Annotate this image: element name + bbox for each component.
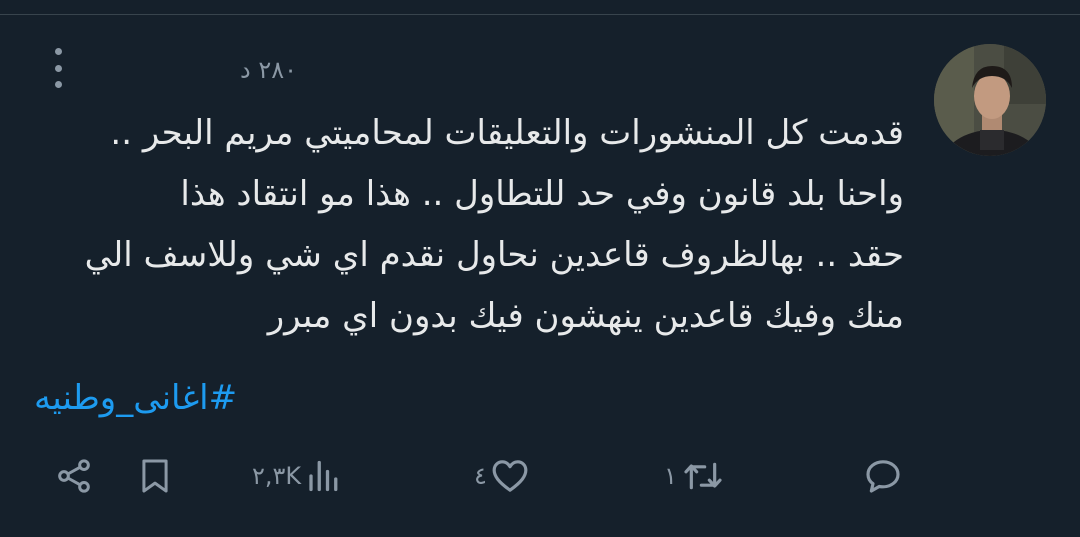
tweet-text-line: واحنا بلد قانون وفي حد للتطاول .. هذا مو…	[180, 174, 904, 214]
tweet-timestamp[interactable]: ٢٨٠ د	[240, 56, 340, 84]
tweet-text: قدمت كل المنشورات والتعليقات لمحاميتي مر…	[24, 103, 904, 347]
share-icon	[58, 459, 90, 493]
action-bar: ٢,٣K ٤ ١	[0, 448, 1080, 508]
reply-button[interactable]	[862, 448, 904, 504]
like-button[interactable]: ٤	[474, 448, 531, 504]
bookmark-button[interactable]	[136, 448, 174, 504]
hashtag-link[interactable]: #اغانى_وطنيه	[34, 378, 237, 418]
avatar[interactable]	[934, 44, 1046, 156]
dot	[54, 81, 62, 88]
retweet-icon	[684, 462, 722, 490]
views-count: ٢,٣K	[252, 462, 302, 490]
dot	[54, 64, 62, 72]
tweet-text-line: حقد .. بهالظروف قاعدين نحاول نقدم اي شي …	[84, 235, 904, 275]
bookmark-icon	[142, 459, 168, 493]
heart-icon	[492, 460, 528, 492]
views-button[interactable]: ٢,٣K	[252, 448, 341, 504]
views-icon	[309, 460, 338, 492]
avatar-image	[934, 44, 1046, 156]
tweet-text-line: منك وفيك قاعدين ينهشون فيك بدون اي مبرر	[267, 296, 904, 336]
retweet-button[interactable]: ١	[664, 448, 727, 504]
retweet-count: ١	[664, 462, 677, 490]
reply-icon	[866, 460, 900, 493]
like-count: ٤	[474, 462, 487, 490]
dot	[54, 48, 62, 55]
more-options-icon[interactable]	[48, 48, 68, 88]
tweet-text-line: قدمت كل المنشورات والتعليقات لمحاميتي مر…	[110, 113, 904, 153]
share-button[interactable]	[54, 448, 94, 504]
tweet[interactable]: ٢٨٠ د قدمت كل المنشورات والتعليقات لمحام…	[0, 0, 1080, 537]
